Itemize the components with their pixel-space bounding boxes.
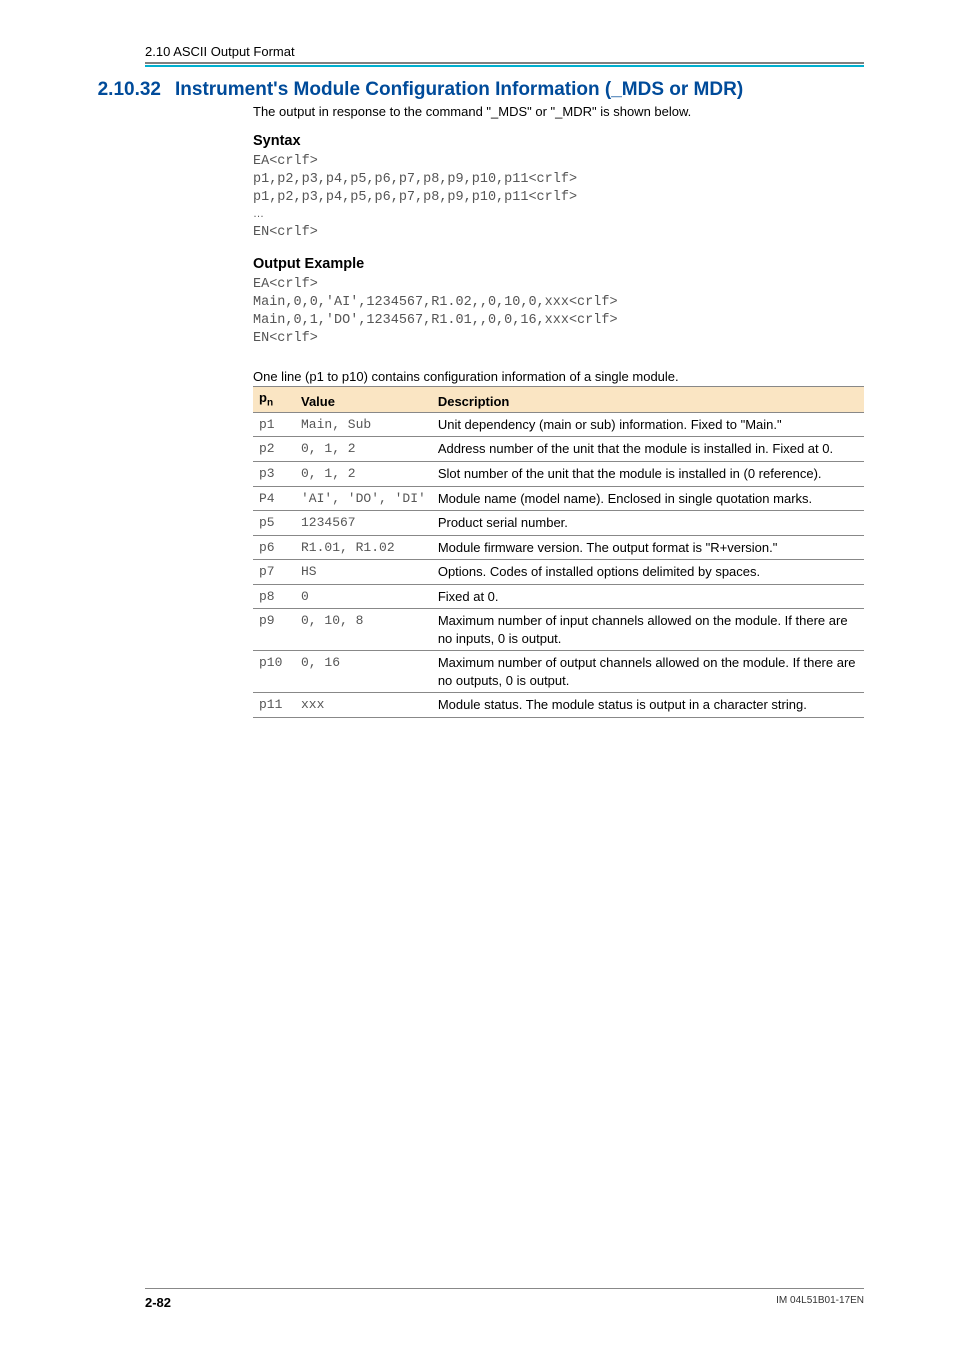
page-number: 2-82 <box>145 1295 171 1310</box>
cell-desc: Unit dependency (main or sub) informatio… <box>432 412 864 437</box>
cell-pn: p8 <box>253 584 295 609</box>
cell-value: 0, 1, 2 <box>295 437 432 462</box>
cell-pn: p5 <box>253 511 295 536</box>
cell-pn: p9 <box>253 609 295 651</box>
cell-desc: Address number of the unit that the modu… <box>432 437 864 462</box>
cell-desc: Module name (model name). Enclosed in si… <box>432 486 864 511</box>
example-heading: Output Example <box>253 256 864 272</box>
table-row: p51234567Product serial number. <box>253 511 864 536</box>
cell-value: Main, Sub <box>295 412 432 437</box>
code-line: EA<crlf> <box>253 154 318 169</box>
section-title: Instrument's Module Configuration Inform… <box>175 79 743 101</box>
cell-pn: p7 <box>253 560 295 585</box>
code-line: EN<crlf> <box>253 225 318 240</box>
header-rule <box>145 65 864 67</box>
cell-value: HS <box>295 560 432 585</box>
cell-desc: Fixed at 0. <box>432 584 864 609</box>
parameter-table: pn Value Description p1Main, SubUnit dep… <box>253 386 864 718</box>
code-line: Main,0,0,'AI',1234567,R1.02,,0,10,0,xxx<… <box>253 295 618 310</box>
page-footer: 2-82 IM 04L51B01-17EN <box>0 1288 954 1310</box>
table-row: p7HSOptions. Codes of installed options … <box>253 560 864 585</box>
cell-desc: Maximum number of output channels allowe… <box>432 651 864 693</box>
table-row: p20, 1, 2Address number of the unit that… <box>253 437 864 462</box>
example-block: EA<crlf> Main,0,0,'AI',1234567,R1.02,,0,… <box>253 276 864 347</box>
table-row: p100, 16Maximum number of output channel… <box>253 651 864 693</box>
col-header-desc: Description <box>432 387 864 413</box>
cell-pn: p11 <box>253 693 295 718</box>
cell-value: 0, 16 <box>295 651 432 693</box>
cell-value: xxx <box>295 693 432 718</box>
table-row: p90, 10, 8Maximum number of input channe… <box>253 609 864 651</box>
cell-pn: p3 <box>253 462 295 487</box>
cell-pn: p2 <box>253 437 295 462</box>
code-line: EA<crlf> <box>253 277 318 292</box>
table-caption: One line (p1 to p10) contains configurat… <box>253 369 864 384</box>
section-number: 2.10.32 <box>95 79 161 101</box>
cell-value: 0, 1, 2 <box>295 462 432 487</box>
syntax-block: EA<crlf> p1,p2,p3,p4,p5,p6,p7,p8,p9,p10,… <box>253 153 864 242</box>
syntax-heading: Syntax <box>253 133 864 149</box>
cell-desc: Module firmware version. The output form… <box>432 535 864 560</box>
footer-rule <box>145 1288 864 1289</box>
cell-desc: Module status. The module status is outp… <box>432 693 864 718</box>
intro-text: The output in response to the command "_… <box>253 104 864 119</box>
table-row: p30, 1, 2Slot number of the unit that th… <box>253 462 864 487</box>
table-row: p6R1.01, R1.02Module firmware version. T… <box>253 535 864 560</box>
table-row: p11xxxModule status. The module status i… <box>253 693 864 718</box>
cell-pn: p6 <box>253 535 295 560</box>
cell-pn: p1 <box>253 412 295 437</box>
cell-desc: Options. Codes of installed options deli… <box>432 560 864 585</box>
col-header-pn: pn <box>253 387 295 413</box>
code-ellipsis: … <box>253 211 264 218</box>
code-line: p1,p2,p3,p4,p5,p6,p7,p8,p9,p10,p11<crlf> <box>253 172 577 187</box>
cell-pn: P4 <box>253 486 295 511</box>
table-row: p1Main, SubUnit dependency (main or sub)… <box>253 412 864 437</box>
code-line: EN<crlf> <box>253 331 318 346</box>
cell-value: 'AI', 'DO', 'DI' <box>295 486 432 511</box>
table-row: p80Fixed at 0. <box>253 584 864 609</box>
cell-desc: Product serial number. <box>432 511 864 536</box>
cell-value: R1.01, R1.02 <box>295 535 432 560</box>
cell-value: 0, 10, 8 <box>295 609 432 651</box>
table-row: P4'AI', 'DO', 'DI'Module name (model nam… <box>253 486 864 511</box>
code-line: p1,p2,p3,p4,p5,p6,p7,p8,p9,p10,p11<crlf> <box>253 190 577 205</box>
cell-pn: p10 <box>253 651 295 693</box>
col-header-value: Value <box>295 387 432 413</box>
running-header: 2.10 ASCII Output Format <box>145 44 864 64</box>
doc-id: IM 04L51B01-17EN <box>776 1295 864 1310</box>
cell-desc: Maximum number of input channels allowed… <box>432 609 864 651</box>
cell-desc: Slot number of the unit that the module … <box>432 462 864 487</box>
code-line: Main,0,1,'DO',1234567,R1.01,,0,0,16,xxx<… <box>253 313 618 328</box>
cell-value: 1234567 <box>295 511 432 536</box>
cell-value: 0 <box>295 584 432 609</box>
